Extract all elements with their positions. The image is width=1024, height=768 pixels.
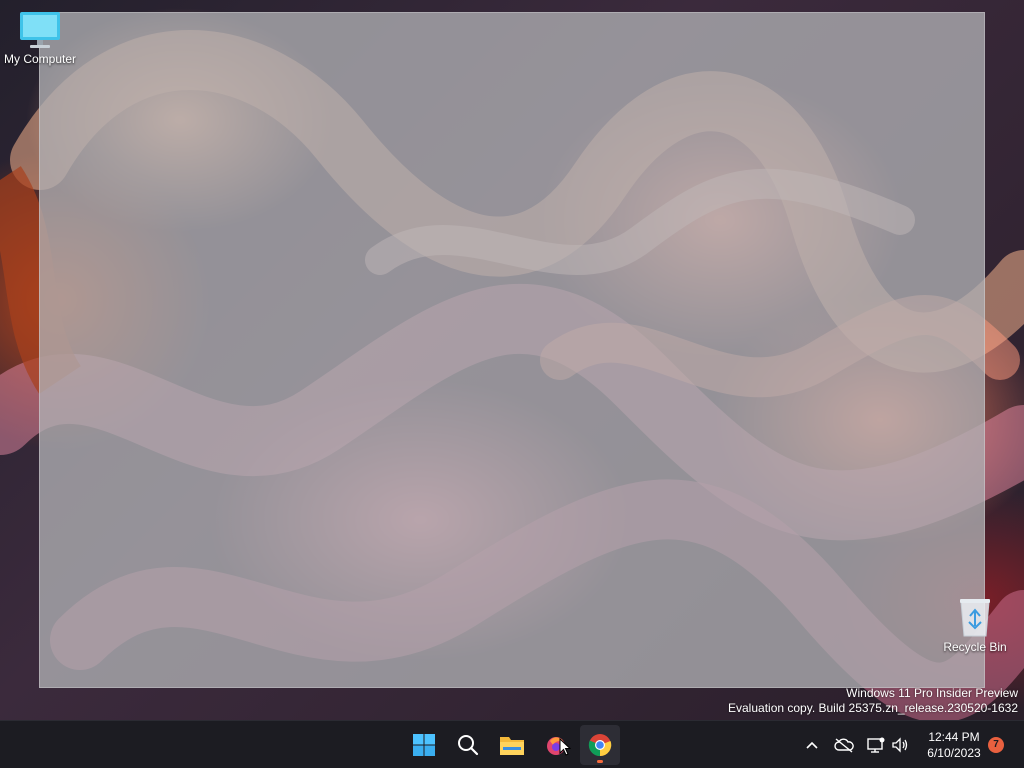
network-icon (867, 737, 885, 753)
computer-icon (20, 12, 60, 48)
desktop-icon-label: Recycle Bin (943, 640, 1007, 654)
onedrive-tray-button[interactable] (834, 735, 854, 755)
mouse-cursor-icon (559, 738, 571, 756)
clock-date: 6/10/2023 (927, 746, 981, 760)
notification-badge[interactable]: 7 (988, 737, 1004, 753)
translucent-selection-overlay (39, 12, 985, 688)
cloud-off-icon (834, 738, 854, 753)
search-button[interactable] (448, 725, 488, 765)
taskbar-clock[interactable]: 12:44 PM 6/10/2023 (918, 729, 990, 761)
network-tray-button[interactable] (866, 735, 886, 755)
chrome-icon (588, 734, 612, 757)
search-icon (458, 735, 479, 756)
watermark-build: Evaluation copy. Build 25375.zn_release.… (728, 701, 1018, 715)
taskbar: 12:44 PM 6/10/2023 7 (0, 720, 1024, 768)
file-explorer-button[interactable] (492, 725, 532, 765)
folder-icon (500, 737, 524, 755)
watermark-edition: Windows 11 Pro Insider Preview (846, 686, 1018, 700)
windows-watermark: Windows 11 Pro Insider Preview Evaluatio… (728, 686, 1018, 716)
active-app-indicator (597, 760, 603, 763)
windows-start-icon (413, 734, 435, 756)
start-button[interactable] (404, 725, 444, 765)
chevron-up-icon (806, 741, 818, 749)
volume-tray-button[interactable] (890, 735, 910, 755)
recycle-bin-icon (960, 599, 990, 637)
desktop-icon-recycle-bin[interactable]: Recycle Bin (935, 596, 1015, 654)
desktop-icon-label: My Computer (3, 52, 77, 66)
chrome-button[interactable] (580, 725, 620, 765)
clock-time: 12:44 PM (928, 730, 980, 744)
show-hidden-icons-button[interactable] (802, 735, 822, 755)
desktop-icon-my-computer[interactable]: My Computer (0, 10, 80, 66)
volume-icon (892, 737, 908, 753)
